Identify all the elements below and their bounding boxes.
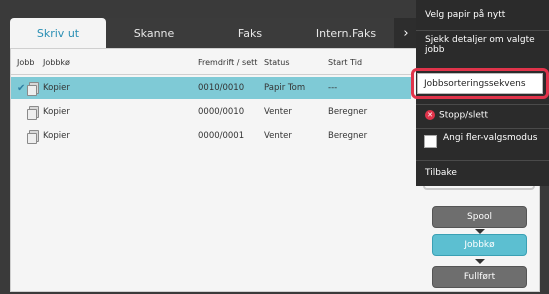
tab-more-arrow-icon[interactable]: › bbox=[394, 18, 418, 48]
menu-item-back[interactable]: Tilbake bbox=[416, 168, 549, 178]
menu-item-stop-delete-label: Stopp/slett bbox=[439, 110, 488, 121]
row-status: Venter bbox=[264, 107, 292, 117]
arrow-down-icon bbox=[475, 259, 485, 264]
column-header-jobb: Jobb bbox=[17, 58, 35, 67]
column-header-queue: Jobbkø bbox=[43, 58, 70, 67]
column-header-progress: Fremdrift / sett bbox=[198, 58, 258, 67]
completed-button[interactable]: Fullført bbox=[432, 266, 527, 288]
copy-job-icon bbox=[27, 130, 39, 144]
tab-fax[interactable]: Faks bbox=[202, 18, 298, 48]
column-header-status: Status bbox=[264, 58, 290, 67]
menu-divider bbox=[416, 30, 549, 31]
menu-divider bbox=[416, 160, 549, 161]
column-header-start-time: Start Tid bbox=[328, 58, 363, 67]
job-queue-button[interactable]: Jobbkø bbox=[432, 234, 527, 256]
row-queue: Kopier bbox=[43, 83, 70, 93]
spool-button[interactable]: Spool bbox=[432, 206, 527, 228]
multi-select-checkbox[interactable] bbox=[424, 135, 437, 148]
menu-divider bbox=[416, 104, 549, 105]
row-queue: Kopier bbox=[43, 131, 70, 141]
checkmark-icon: ✔ bbox=[17, 82, 26, 94]
menu-item-reselect-paper[interactable]: Velg papir på nytt bbox=[416, 10, 549, 20]
menu-item-job-sort-sequence[interactable]: Jobbsorteringssekvens bbox=[417, 73, 543, 94]
copy-job-icon bbox=[27, 82, 39, 96]
menu-item-stop-delete[interactable]: ✕ Stopp/slett bbox=[416, 110, 549, 121]
row-progress: 0000/0010 bbox=[198, 107, 245, 117]
table-header: Jobb Jobbkø Fremdrift / sett Status Star… bbox=[11, 51, 411, 75]
menu-item-multi-select-mode[interactable]: Angi fler-valgsmodus bbox=[443, 133, 543, 143]
row-progress: 0010/0010 bbox=[198, 83, 245, 93]
table-row[interactable]: ✔ Kopier 0010/0010 Papir Tom --- bbox=[11, 77, 411, 99]
tab-print[interactable]: Skriv ut bbox=[10, 18, 106, 48]
row-start-time: Beregner bbox=[328, 130, 368, 141]
stop-icon: ✕ bbox=[425, 110, 435, 120]
row-queue: Kopier bbox=[43, 107, 70, 117]
tab-scan[interactable]: Skanne bbox=[106, 18, 202, 48]
row-start-time: Beregner bbox=[328, 106, 368, 117]
row-status: Papir Tom bbox=[264, 83, 306, 93]
row-progress: 0000/0001 bbox=[198, 131, 245, 141]
row-start-time: --- bbox=[328, 82, 338, 93]
mode-tabs: Skriv ut Skanne Faks Intern.Faks › bbox=[10, 18, 440, 48]
job-status-screen: Skriv ut Skanne Faks Intern.Faks › Jobb … bbox=[0, 0, 549, 294]
menu-divider bbox=[416, 128, 549, 129]
tab-internet-fax[interactable]: Intern.Faks bbox=[298, 18, 394, 48]
table-row[interactable]: Kopier 0000/0010 Venter Beregner bbox=[11, 101, 411, 123]
table-row[interactable]: Kopier 0000/0001 Venter Beregner bbox=[11, 125, 411, 147]
menu-item-check-job-details[interactable]: Sjekk detaljer om valgte jobb bbox=[416, 35, 549, 63]
row-status: Venter bbox=[264, 131, 292, 141]
copy-job-icon bbox=[27, 106, 39, 120]
